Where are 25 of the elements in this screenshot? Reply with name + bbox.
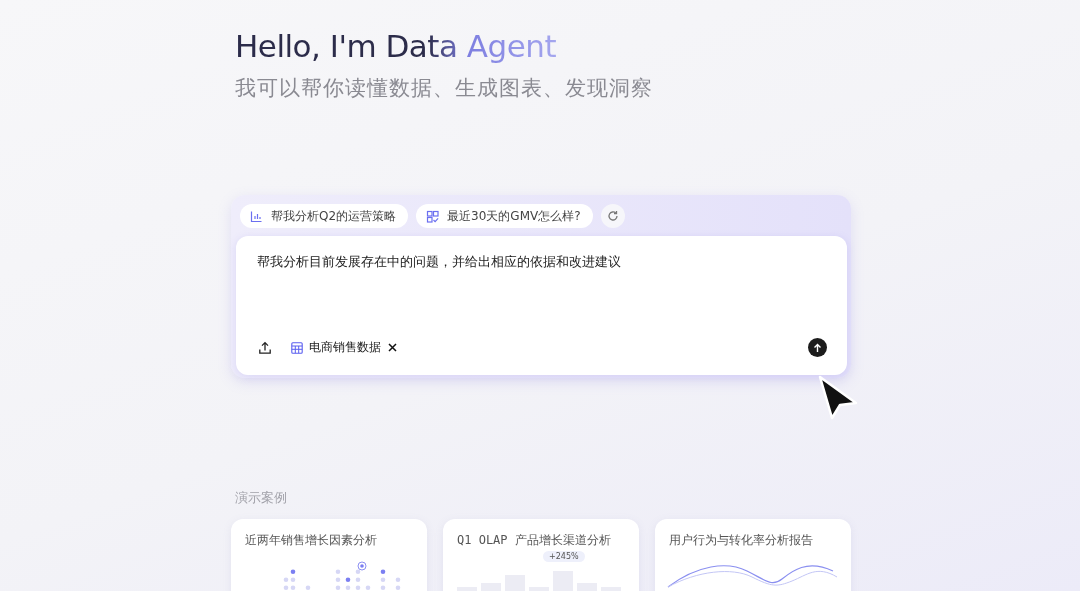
attachment-name: 电商销售数据 [309, 339, 381, 356]
suggestion-chip[interactable]: 最近30天的GMV怎么样? [416, 204, 593, 228]
refresh-button[interactable] [600, 204, 625, 228]
input-field[interactable]: 帮我分析目前发展存在中的问题，并给出相应的依据和改进建议 电商销售数据 [236, 236, 847, 375]
arrow-up-icon [813, 342, 822, 353]
case-title: Q1 OLAP 产品增长渠道分析 [456, 532, 612, 549]
close-icon [388, 343, 397, 352]
remove-attachment-button[interactable] [387, 342, 398, 353]
refresh-icon [606, 210, 619, 222]
upload-button[interactable] [257, 339, 273, 356]
grid-check-icon [426, 209, 440, 223]
case-card[interactable]: 近两年销售增长因素分析 [231, 519, 427, 591]
table-icon [291, 341, 303, 354]
prompt-field[interactable]: 帮我分析目前发展存在中的问题，并给出相应的依据和改进建议 [257, 254, 827, 318]
case-title: 用户行为与转化率分析报告 [668, 532, 814, 549]
case-title: 近两年销售增长因素分析 [244, 532, 378, 549]
case-card[interactable]: Q1 OLAP 产品增长渠道分析 +245% [443, 519, 639, 591]
subtitle: 我可以帮你读懂数据、生成图表、发现洞察 [235, 75, 654, 102]
section-heading: 演示案例 [235, 489, 288, 507]
bar-chart-icon [250, 209, 263, 223]
growth-badge: +245% [543, 551, 585, 562]
send-button[interactable] [808, 338, 827, 357]
case-card[interactable]: 用户行为与转化率分析报告 [655, 519, 851, 591]
upload-icon [258, 340, 272, 355]
suggestion-chip[interactable]: 帮我分析Q2的运营策略 [240, 204, 409, 228]
